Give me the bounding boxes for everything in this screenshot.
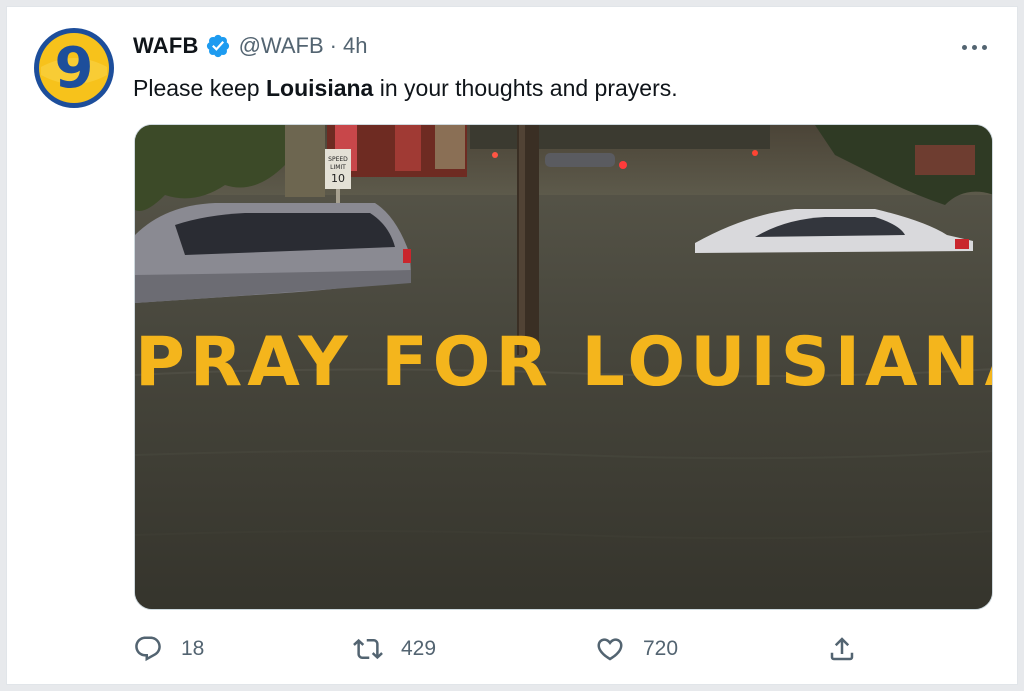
author-name[interactable]: WAFB bbox=[133, 33, 199, 59]
avatar-glyph: 9 bbox=[55, 36, 94, 101]
sign-limit: LIMIT bbox=[330, 164, 346, 171]
retweet-icon bbox=[353, 638, 383, 660]
retweet-count: 429 bbox=[401, 637, 437, 660]
sign-value: 10 bbox=[331, 172, 345, 185]
tweet-image[interactable]: SPEED LIMIT 10 PRAY FOR LOUISIANA bbox=[134, 124, 993, 610]
sign-speed: SPEED bbox=[328, 156, 348, 163]
tweet-text-before: Please keep bbox=[133, 75, 266, 101]
reply-count: 18 bbox=[181, 637, 205, 660]
tweet-text-after: in your thoughts and prayers. bbox=[373, 75, 678, 101]
like-button[interactable]: 720 bbox=[595, 629, 678, 669]
like-count: 720 bbox=[643, 637, 679, 660]
retweet-button[interactable]: 429 bbox=[353, 629, 436, 669]
share-button[interactable] bbox=[827, 629, 857, 669]
author-handle[interactable]: @WAFB bbox=[239, 33, 324, 59]
verified-badge-icon bbox=[205, 33, 231, 59]
tweet-timestamp[interactable]: 4h bbox=[343, 33, 367, 59]
image-overlay-text: PRAY FOR LOUISIANA bbox=[135, 323, 993, 402]
tweet-header: WAFB @WAFB · 4h bbox=[133, 29, 367, 63]
tweet-text-bold[interactable]: Louisiana bbox=[266, 75, 373, 101]
heart-icon bbox=[597, 638, 623, 661]
reply-button[interactable]: 18 bbox=[133, 629, 204, 669]
tweet-actions: 18 429 720 bbox=[133, 629, 873, 669]
more-options-icon[interactable] bbox=[957, 37, 991, 57]
avatar[interactable]: 9 bbox=[33, 27, 115, 109]
share-icon bbox=[830, 637, 854, 661]
reply-icon bbox=[135, 636, 161, 662]
tweet-card[interactable]: 9 WAFB @WAFB · 4h Please keep Louisiana … bbox=[6, 6, 1018, 685]
tweet-text: Please keep Louisiana in your thoughts a… bbox=[133, 73, 678, 103]
separator-dot: · bbox=[329, 33, 337, 58]
